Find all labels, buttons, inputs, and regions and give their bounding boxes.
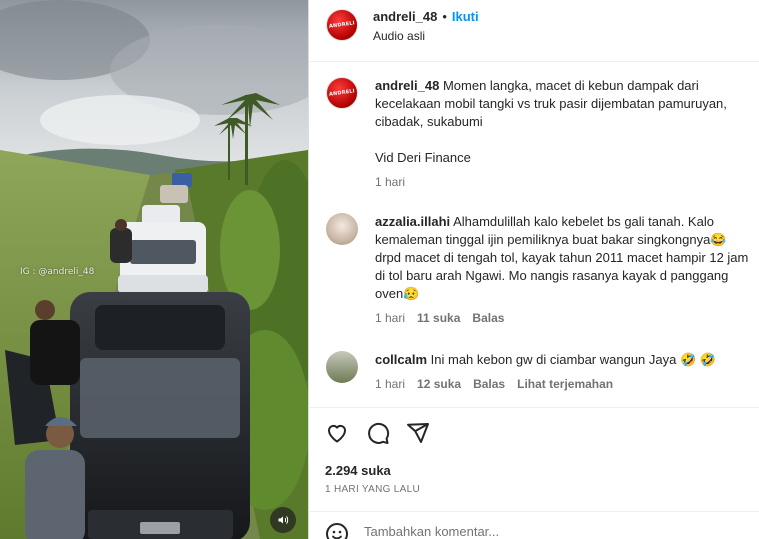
author-avatar[interactable]: ANDRELI — [326, 9, 358, 41]
comment-button[interactable] — [366, 421, 392, 447]
caption-credit: Vid Deri Finance — [375, 150, 471, 165]
comment-time[interactable]: 1 hari — [375, 311, 405, 325]
comment-icon — [368, 422, 390, 444]
post-viewer: IG : @andreli_48 ANDRELI andreli_48 • Ik… — [0, 0, 759, 539]
comment-text-block: azzalia.illahi Alhamdulillah kalo kebele… — [375, 213, 755, 303]
comment-username[interactable]: collcalm — [375, 352, 427, 367]
emoji-button[interactable] — [325, 522, 351, 539]
video-player[interactable]: IG : @andreli_48 — [0, 0, 308, 539]
speaker-icon — [278, 516, 289, 524]
caption-username[interactable]: andreli_48 — [375, 78, 439, 93]
comment-text-block: collcalm Ini mah kebon gw di ciambar wan… — [375, 351, 755, 369]
author-username[interactable]: andreli_48 — [373, 9, 437, 24]
like-button[interactable] — [325, 421, 351, 447]
comment-input[interactable] — [364, 524, 664, 539]
comment-likes[interactable]: 11 suka — [417, 311, 460, 325]
post-timestamp[interactable]: 1 HARI YANG LALU — [325, 484, 420, 495]
comments-list[interactable]: ANDRELI andreli_48 Momen langka, macet d… — [309, 63, 759, 407]
caption-text-block: andreli_48 Momen langka, macet di kebun … — [375, 77, 755, 131]
avatar-logo-text: ANDRELI — [328, 20, 356, 30]
post-actions: 2.294 suka 1 HARI YANG LALU — [309, 407, 759, 539]
post-details-panel: ANDRELI andreli_48 • Ikuti Audio asli AN… — [308, 0, 759, 539]
comment-meta: 1 hari 11 suka Balas — [375, 311, 504, 325]
caption-avatar[interactable]: ANDRELI — [326, 77, 358, 109]
likes-count[interactable]: 2.294 suka — [325, 463, 391, 478]
audio-label[interactable]: Audio asli — [373, 29, 425, 43]
comment-username[interactable]: azzalia.illahi — [375, 214, 450, 229]
comment-text: Ini mah kebon gw di ciambar wangun Jaya … — [430, 352, 716, 367]
commenter-avatar[interactable] — [326, 213, 358, 245]
post-header: ANDRELI andreli_48 • Ikuti Audio asli — [309, 0, 759, 62]
header-separator: • — [442, 9, 447, 24]
caption-avatar-logo-text: ANDRELI — [328, 88, 356, 98]
emoji-icon — [326, 523, 348, 539]
comment-time[interactable]: 1 hari — [375, 377, 405, 391]
caption-meta: 1 hari — [375, 175, 405, 189]
header-title-row: andreli_48 • Ikuti — [373, 9, 479, 24]
audio-toggle-button[interactable] — [270, 507, 296, 533]
follow-button[interactable]: Ikuti — [452, 9, 479, 24]
comment-likes[interactable]: 12 suka — [417, 377, 461, 391]
share-button[interactable] — [406, 421, 432, 447]
comment-meta: 1 hari 12 suka Balas Lihat terjemahan — [375, 377, 613, 391]
commenter-avatar[interactable] — [326, 351, 358, 383]
reply-button[interactable]: Balas — [472, 311, 504, 325]
translate-button[interactable]: Lihat terjemahan — [517, 377, 613, 391]
video-watermark: IG : @andreli_48 — [20, 267, 95, 277]
share-icon — [407, 423, 429, 443]
reply-button[interactable]: Balas — [473, 377, 505, 391]
caption-time[interactable]: 1 hari — [375, 175, 405, 189]
add-comment-bar — [309, 511, 759, 539]
heart-icon — [327, 424, 347, 443]
